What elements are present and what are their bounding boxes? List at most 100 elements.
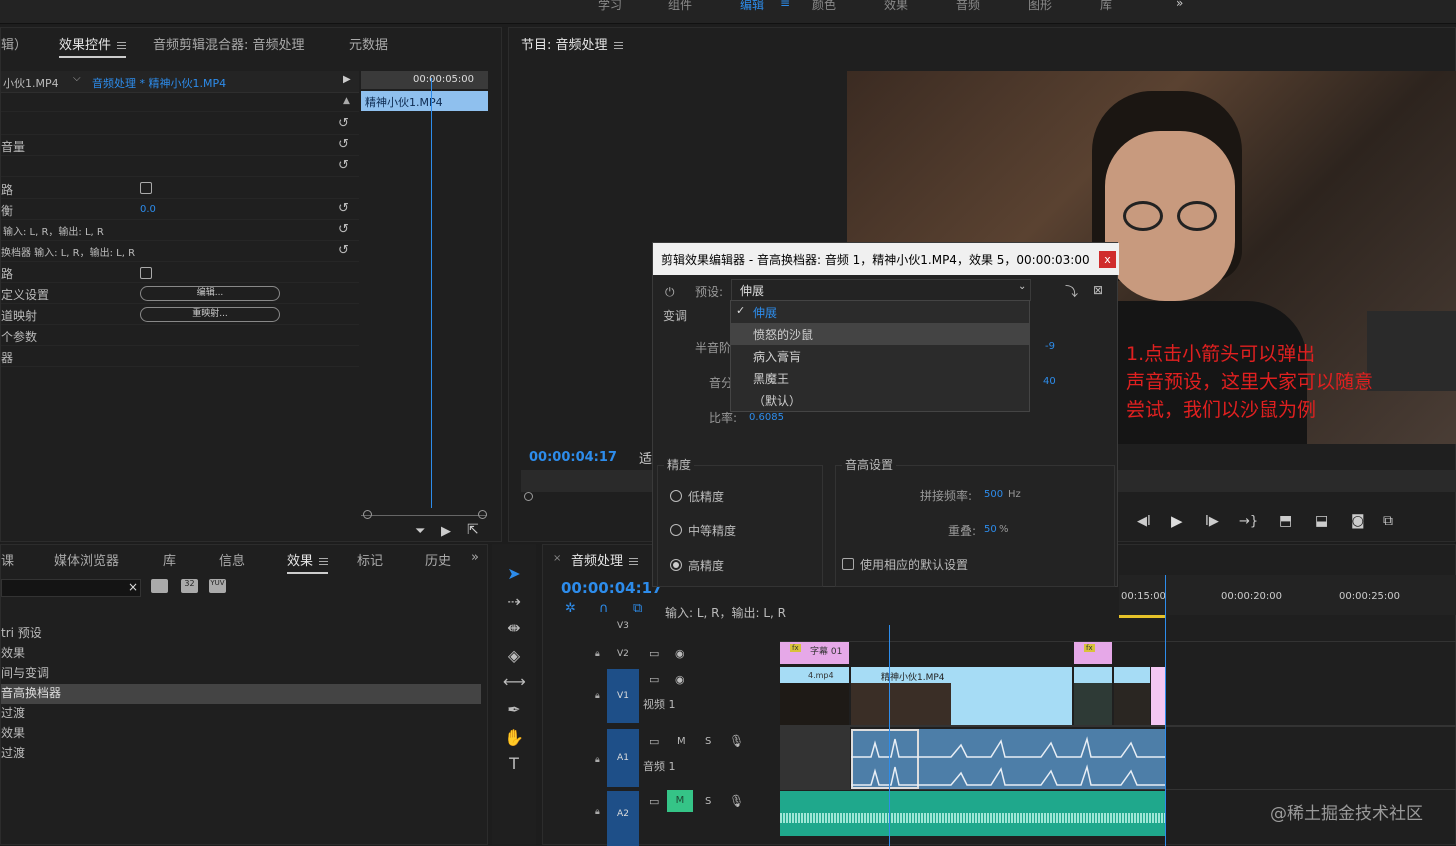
video-clip-b[interactable]: 精神小伙1.MP4 <box>851 667 1072 725</box>
tree-item-video-effects[interactable]: 效果 <box>1 724 481 744</box>
sequence-clip-name[interactable]: 音频处理 * 精神小伙1.MP4 <box>92 75 226 91</box>
microphone-icon[interactable]: 🎙︎ <box>729 794 744 808</box>
tab-project[interactable]: 课 <box>1 550 14 569</box>
track-header-a1[interactable]: A1 <box>607 729 639 787</box>
go-to-out-icon[interactable]: →} <box>1239 514 1258 529</box>
track-output-icon[interactable]: ▭ <box>649 795 659 808</box>
mute-button-a2[interactable]: M <box>667 790 693 812</box>
tab-history[interactable]: 历史 <box>425 550 451 569</box>
preset-item-dark-lord[interactable]: 黑魔王 <box>731 367 1029 389</box>
workspace-overflow-icon[interactable]: » <box>1176 0 1183 10</box>
scroll-handle-right[interactable] <box>478 510 487 519</box>
timeline-ruler[interactable]: 00:15:00 00:00:20:00 00:00:25:00 <box>1119 575 1456 618</box>
panel-menu-icon[interactable] <box>117 42 127 49</box>
balance-value[interactable]: 0.0 <box>140 204 156 215</box>
video-clip-e[interactable] <box>1151 667 1165 725</box>
source-clip-name[interactable]: 小伙1.MP4 <box>3 75 59 91</box>
track-output-icon[interactable]: ▭ <box>649 647 659 660</box>
tab-effects[interactable]: 效果 <box>287 550 329 574</box>
microphone-icon[interactable]: 🎙︎ <box>729 734 744 748</box>
preset-item-angry-gerbil[interactable]: 愤怒的沙鼠 <box>731 323 1029 345</box>
reset-icon[interactable]: ↺ <box>338 116 349 131</box>
tab-markers[interactable]: 标记 <box>357 550 383 569</box>
workspace-tab-effects[interactable]: 效果 <box>884 0 908 13</box>
mini-playhead[interactable] <box>431 78 432 508</box>
lock-icon[interactable]: 🔒︎ <box>595 649 600 659</box>
panel-menu-icon[interactable] <box>613 42 623 49</box>
power-icon[interactable]: ⏻ <box>665 285 675 300</box>
accelerated-effects-icon[interactable] <box>151 579 168 593</box>
filter-icon[interactable]: ⏷ <box>415 524 425 539</box>
linked-select-icon[interactable]: ⧉ <box>633 601 642 616</box>
ripple-edit-tool-icon[interactable]: ⇼ <box>503 618 525 637</box>
selection-tool-icon[interactable]: ➤ <box>503 564 525 583</box>
scrubber-start-handle[interactable] <box>524 492 533 501</box>
extract-icon[interactable]: ⬓ <box>1315 513 1328 529</box>
eye-icon[interactable]: ◉ <box>675 673 685 686</box>
medium-precision-radio[interactable] <box>670 524 682 536</box>
eye-icon[interactable]: ◉ <box>675 647 685 660</box>
yuv-effects-icon[interactable]: YUV <box>209 579 226 593</box>
play-button-icon[interactable]: ▶ <box>1171 512 1183 530</box>
remap-button[interactable]: 重映射... <box>140 307 280 322</box>
edit-button[interactable]: 编辑... <box>140 286 280 301</box>
mini-timeline-clip[interactable]: 精神小伙1.MP4 <box>361 91 488 111</box>
preset-item-terminally-ill[interactable]: 病入膏肓 <box>731 345 1029 367</box>
work-area-bar[interactable] <box>1119 615 1165 618</box>
semitone-value[interactable]: -9 <box>1045 341 1055 352</box>
tab-partial[interactable]: 辑） <box>1 34 27 53</box>
solo-button-a2[interactable]: S <box>705 796 711 807</box>
high-precision-radio[interactable] <box>670 559 682 571</box>
overlap-value[interactable]: 50 <box>984 524 997 535</box>
mini-scrollbar[interactable] <box>361 515 487 516</box>
compare-icon[interactable]: ⧉ <box>1383 513 1393 529</box>
track-select-tool-icon[interactable]: ⇢ <box>503 592 525 611</box>
track-header-v1[interactable]: V1 <box>607 669 639 723</box>
solo-button-a1[interactable]: S <box>705 736 711 747</box>
snap-icon[interactable]: ∩ <box>599 601 609 616</box>
scroll-up-icon[interactable]: ▲ <box>343 96 350 106</box>
caption-clip-2[interactable]: fx <box>1074 642 1112 664</box>
workspace-tab-assembly[interactable]: 组件 <box>668 0 692 13</box>
tree-item-pitch-shifter[interactable]: 音高换档器 <box>1 684 481 704</box>
dialog-close-button[interactable]: x <box>1099 251 1116 268</box>
chevron-down-icon[interactable]: ⌵ <box>73 73 81 84</box>
play-triangle-icon[interactable]: ▶ <box>343 74 351 85</box>
preset-dropdown[interactable]: 伸展 ⌄ <box>731 279 1031 301</box>
splice-frequency-value[interactable]: 500 <box>984 489 1003 500</box>
nest-icon[interactable]: ✲ <box>565 601 576 616</box>
razor-tool-icon[interactable]: ◈ <box>503 646 525 665</box>
mini-timeline-ruler[interactable]: 00:00:05:00 <box>361 71 488 89</box>
timeline-playhead[interactable] <box>889 625 890 846</box>
tab-media-browser[interactable]: 媒体浏览器 <box>54 550 119 569</box>
step-forward-icon[interactable]: I▶ <box>1205 514 1219 529</box>
panel-menu-icon[interactable] <box>319 558 329 565</box>
lock-icon[interactable]: 🔒︎ <box>595 691 600 701</box>
workspace-menu-icon[interactable]: ≡ <box>780 0 790 10</box>
tab-info[interactable]: 信息 <box>219 550 245 569</box>
track-output-icon[interactable]: ▭ <box>649 673 659 686</box>
clear-search-icon[interactable]: × <box>128 580 138 594</box>
export-icon[interactable]: ⇱ <box>467 522 479 538</box>
camera-icon[interactable]: ◙ <box>1351 513 1365 529</box>
workspace-tab-audio[interactable]: 音频 <box>956 0 980 13</box>
tab-metadata[interactable]: 元数据 <box>349 34 388 53</box>
reset-icon[interactable]: ↺ <box>338 222 349 237</box>
use-defaults-checkbox[interactable] <box>842 558 854 570</box>
video-clip-c[interactable] <box>1074 667 1112 725</box>
bypass-checkbox-2[interactable] <box>140 267 152 279</box>
low-precision-radio[interactable] <box>670 490 682 502</box>
scroll-handle-left[interactable] <box>363 510 372 519</box>
reset-icon[interactable]: ↺ <box>338 158 349 173</box>
tree-item-lumetri-presets[interactable]: tri 预设 <box>1 624 481 644</box>
preset-item-default[interactable]: （默认） <box>731 389 1029 411</box>
timeline-timecode[interactable]: 00:00:04:17 <box>561 579 663 597</box>
lift-icon[interactable]: ⬒ <box>1279 513 1292 529</box>
video-clip-d[interactable] <box>1114 667 1150 725</box>
video-clip-a[interactable]: 4.mp4 <box>780 667 849 725</box>
pen-tool-icon[interactable]: ✒ <box>503 700 525 719</box>
workspace-tab-library[interactable]: 库 <box>1100 0 1112 13</box>
workspace-tab-editing[interactable]: 编辑 <box>740 0 764 13</box>
preset-item-stretch[interactable]: ✓ 伸展 <box>731 301 1029 323</box>
bypass-checkbox[interactable] <box>140 182 152 194</box>
